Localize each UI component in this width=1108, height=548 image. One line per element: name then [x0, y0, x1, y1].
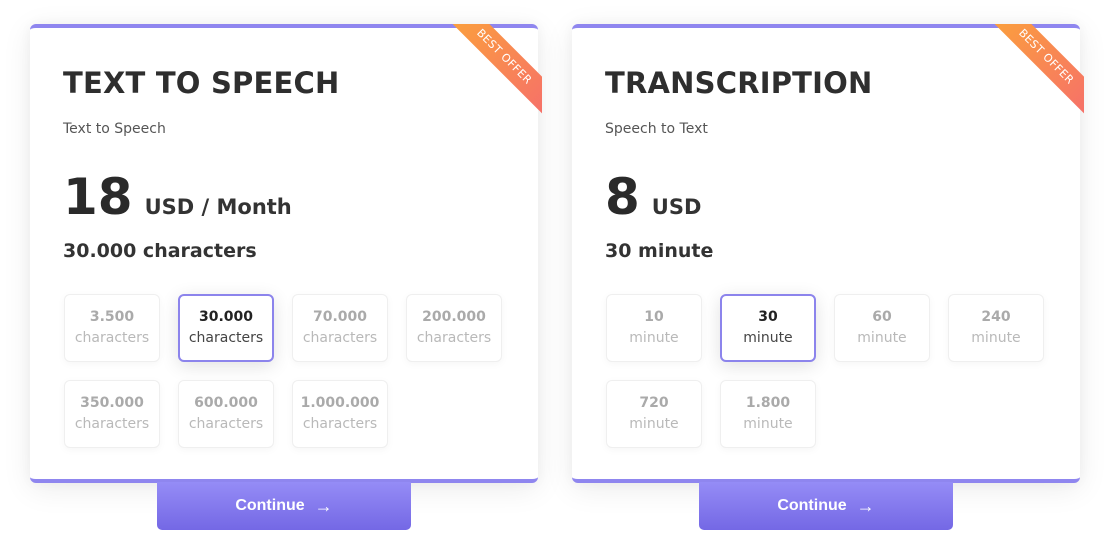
continue-label: Continue	[235, 497, 305, 514]
selected-package-summary: 30 minute	[605, 240, 714, 262]
pricing-card-text-to-speech: Best Offer TEXT TO SPEECH Text to Speech…	[30, 24, 542, 483]
package-option[interactable]: 600.000 characters	[178, 380, 274, 448]
option-unit: characters	[416, 330, 492, 346]
ribbon-label: Best Offer	[452, 24, 542, 114]
package-option[interactable]: 10 minute	[606, 294, 702, 362]
selected-package-summary: 30.000 characters	[63, 240, 257, 262]
price-amount: 8	[605, 168, 640, 226]
price-unit: USD	[651, 195, 702, 219]
ribbon-label: Best Offer	[994, 24, 1084, 114]
price: 8 USD	[605, 168, 701, 226]
option-amount: 3.500	[89, 309, 135, 325]
option-amount: 60	[872, 309, 892, 325]
option-unit: characters	[74, 416, 150, 432]
arrow-right-icon: →	[856, 495, 875, 516]
package-option[interactable]: 1.800 minute	[720, 380, 816, 448]
pricing-card-transcription: Best Offer TRANSCRIPTION Speech to Text …	[572, 24, 1084, 483]
continue-label: Continue	[777, 497, 847, 514]
option-amount: 240	[981, 309, 1011, 325]
card-title: TRANSCRIPTION	[605, 66, 873, 100]
option-unit: minute	[743, 416, 793, 432]
package-option[interactable]: 3.500 characters	[64, 294, 160, 362]
option-amount: 70.000	[312, 309, 368, 325]
continue-button[interactable]: Continue →	[157, 482, 411, 530]
option-amount: 1.000.000	[300, 395, 380, 411]
package-option[interactable]: 1.000.000 characters	[292, 380, 388, 448]
best-offer-ribbon: Best Offer	[452, 24, 542, 114]
option-unit: minute	[629, 416, 679, 432]
option-amount: 350.000	[80, 395, 144, 411]
option-amount: 1.800	[745, 395, 791, 411]
price: 18 USD / Month	[63, 168, 292, 226]
option-unit: minute	[629, 330, 679, 346]
package-options: 3.500 characters 30.000 characters 70.000 cha…	[64, 294, 524, 448]
package-option[interactable]: 720 minute	[606, 380, 702, 448]
package-option[interactable]: 70.000 characters	[292, 294, 388, 362]
option-amount: 10	[644, 309, 664, 325]
option-unit: minute	[971, 330, 1021, 346]
option-unit: minute	[743, 330, 793, 346]
package-option[interactable]: 200.000 characters	[406, 294, 502, 362]
package-option[interactable]: 30 minute	[720, 294, 816, 362]
card-subtitle: Speech to Text	[605, 121, 708, 137]
continue-button[interactable]: Continue →	[699, 482, 953, 530]
option-amount: 600.000	[194, 395, 258, 411]
package-option[interactable]: 60 minute	[834, 294, 930, 362]
option-unit: characters	[302, 330, 378, 346]
option-amount: 720	[639, 395, 669, 411]
arrow-right-icon: →	[314, 495, 333, 516]
price-unit: USD / Month	[144, 195, 292, 219]
option-unit: minute	[857, 330, 907, 346]
package-option[interactable]: 30.000 characters	[178, 294, 274, 362]
option-unit: characters	[188, 330, 264, 346]
option-amount: 30.000	[198, 309, 254, 325]
option-amount: 30	[758, 309, 778, 325]
package-option[interactable]: 350.000 characters	[64, 380, 160, 448]
option-unit: characters	[74, 330, 150, 346]
package-option[interactable]: 240 minute	[948, 294, 1044, 362]
card-title: TEXT TO SPEECH	[63, 66, 340, 100]
card-subtitle: Text to Speech	[63, 121, 166, 137]
price-amount: 18	[63, 168, 133, 226]
option-unit: characters	[188, 416, 264, 432]
option-unit: characters	[302, 416, 378, 432]
option-amount: 200.000	[422, 309, 486, 325]
package-options: 10 minute 30 minute 60 minute 240 minute 720 minu…	[606, 294, 1066, 448]
best-offer-ribbon: Best Offer	[994, 24, 1084, 114]
